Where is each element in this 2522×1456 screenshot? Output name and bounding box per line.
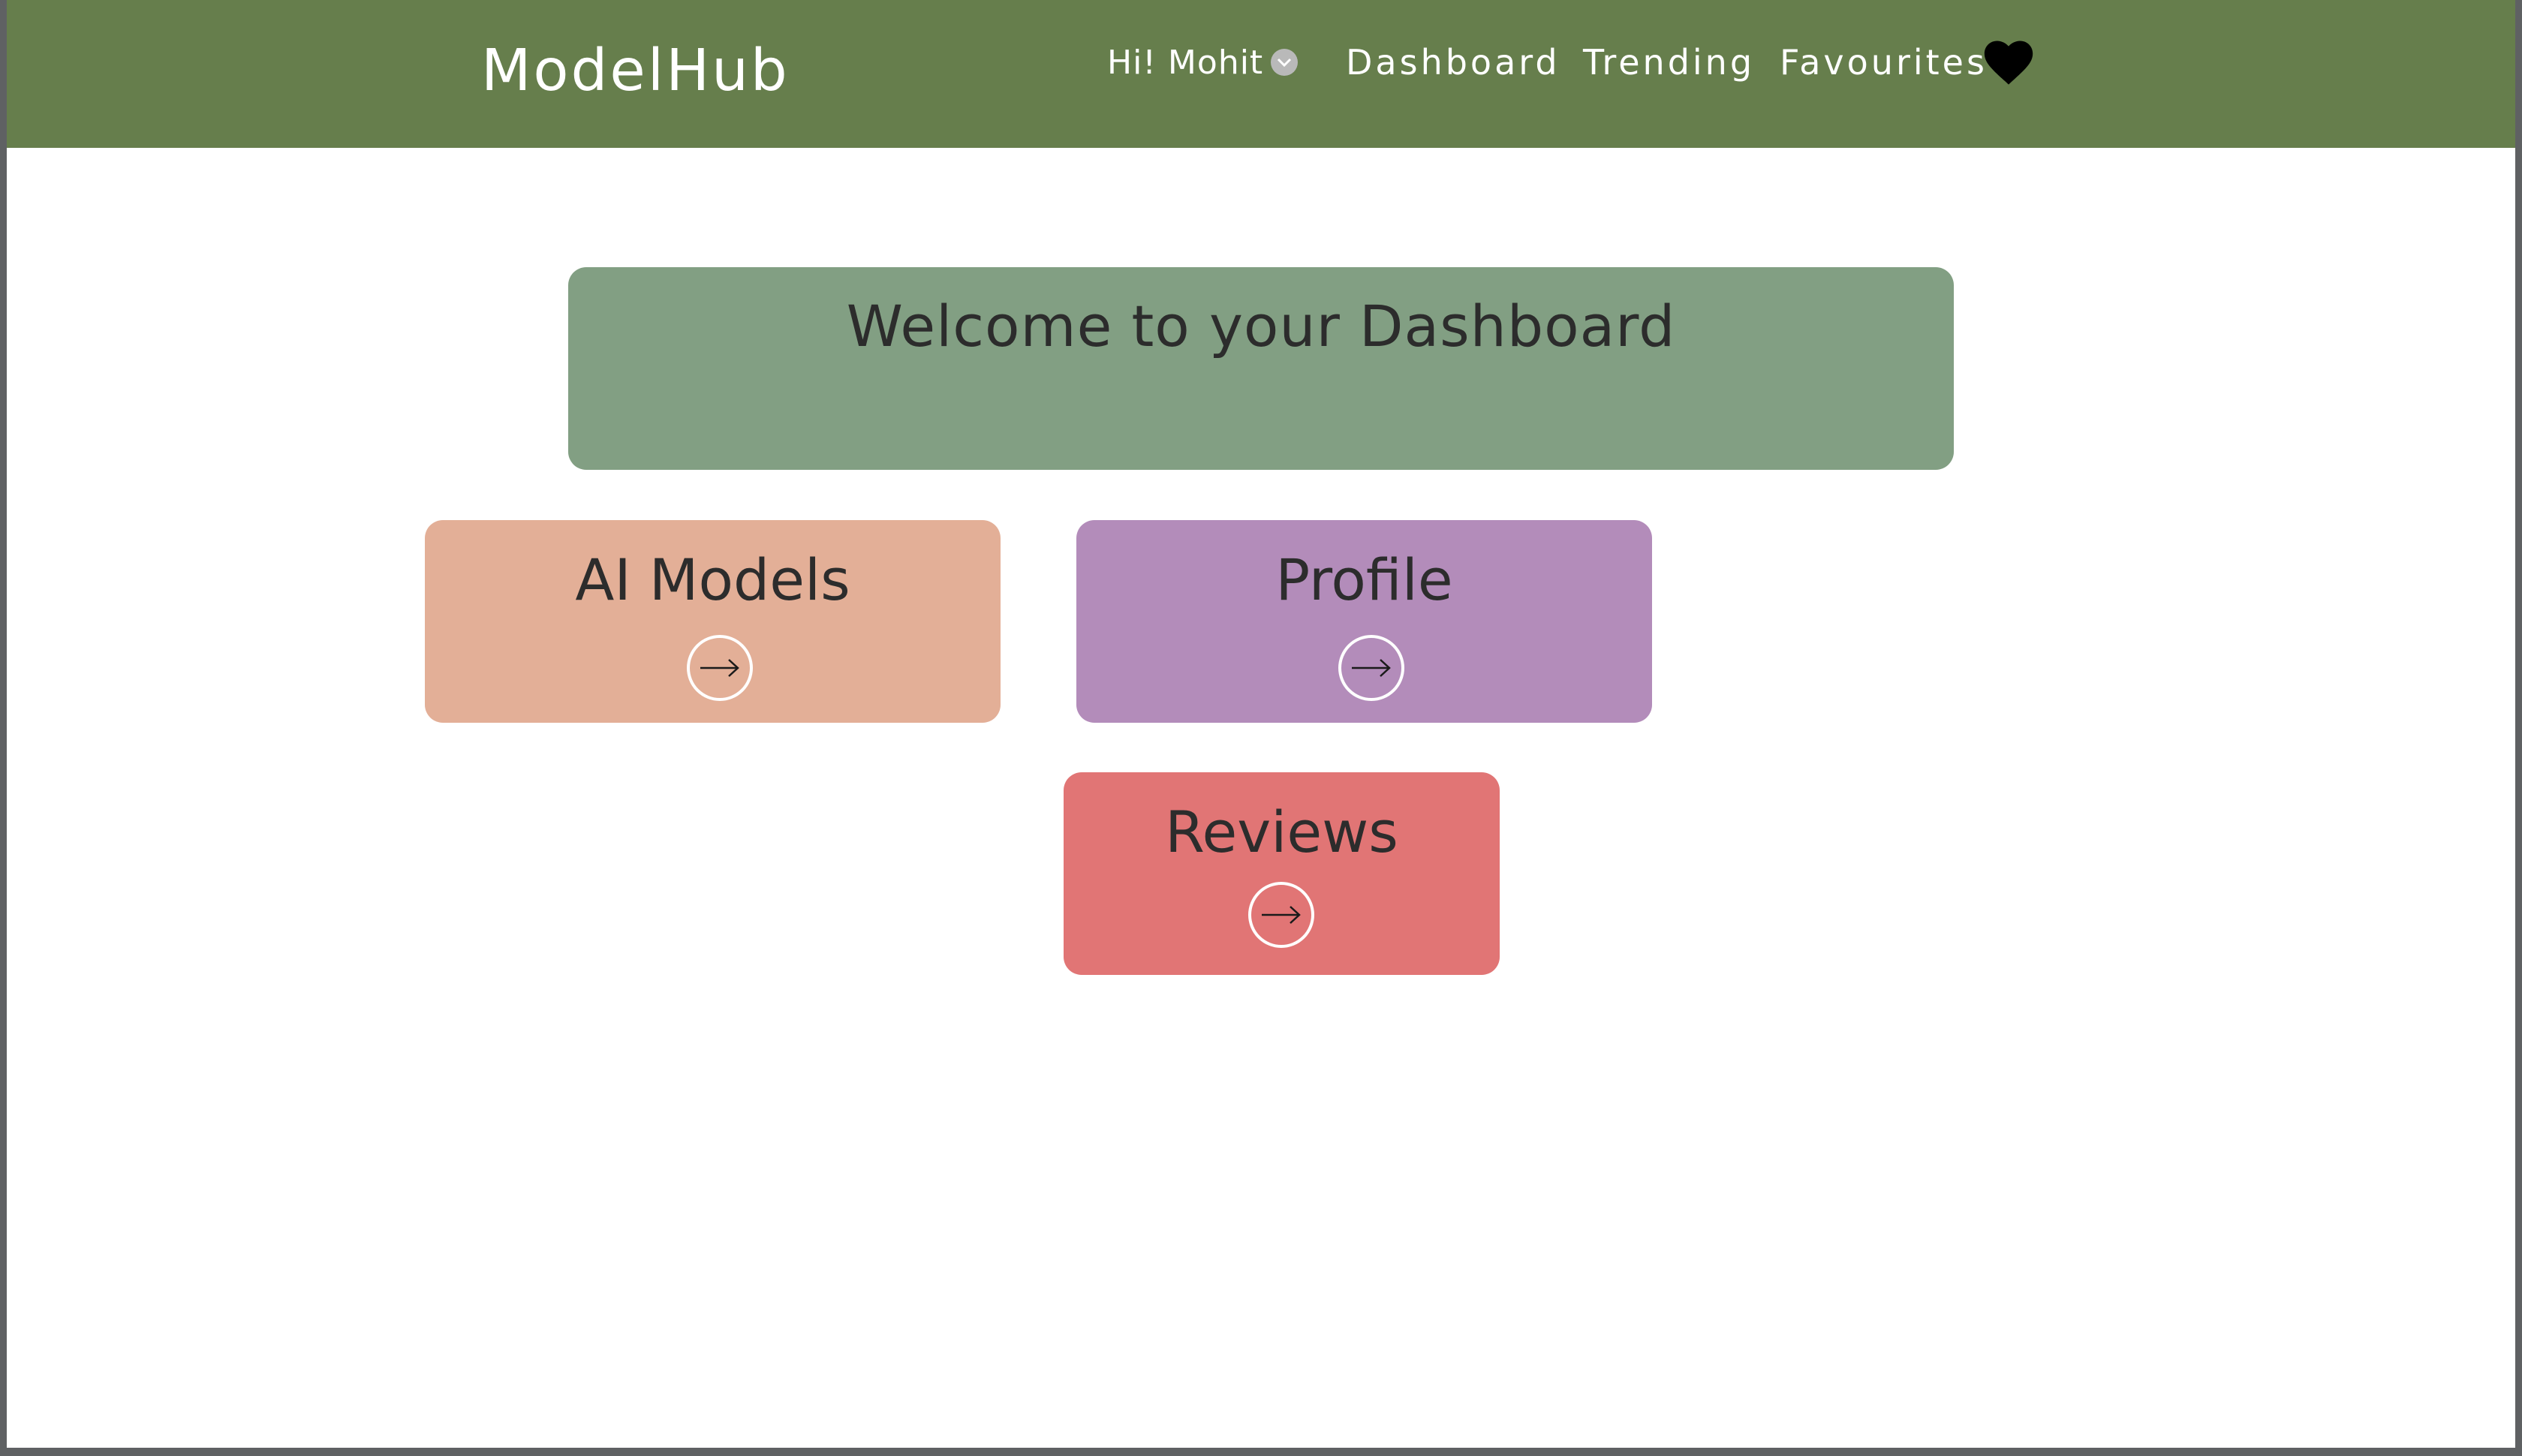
ai-models-card[interactable]: AI Models [425, 520, 1001, 723]
nav-link-dashboard[interactable]: Dashboard [1346, 39, 1560, 86]
heart-icon[interactable] [1984, 41, 2033, 86]
navbar: ModelHub Hi! Mohit Dashboard Trending Fa… [7, 0, 2515, 148]
brand-logo[interactable]: ModelHub [481, 38, 790, 105]
reviews-arrow-button[interactable] [1248, 882, 1314, 948]
reviews-label: Reviews [1165, 799, 1398, 865]
ai-models-label: AI Models [575, 546, 850, 613]
page: ModelHub Hi! Mohit Dashboard Trending Fa… [7, 0, 2515, 1448]
user-menu-toggle[interactable]: Hi! Mohit [1107, 39, 1299, 86]
profile-label: Profile [1275, 546, 1453, 613]
nav-link-favourites[interactable]: Favourites [1780, 39, 1988, 86]
arrow-right-icon [700, 659, 739, 677]
chevron-down-icon[interactable] [1271, 49, 1299, 76]
arrow-right-icon [1352, 659, 1391, 677]
user-greeting: Hi! Mohit [1107, 43, 1264, 82]
reviews-card[interactable]: Reviews [1064, 772, 1500, 975]
arrow-right-icon [1262, 906, 1301, 924]
nav-link-trending[interactable]: Trending [1583, 39, 1755, 86]
profile-arrow-button[interactable] [1338, 635, 1404, 701]
ai-models-arrow-button[interactable] [687, 635, 753, 701]
welcome-title: Welcome to your Dashboard [846, 293, 1676, 359]
welcome-banner: Welcome to your Dashboard [568, 267, 1954, 470]
profile-card[interactable]: Profile [1076, 520, 1652, 723]
